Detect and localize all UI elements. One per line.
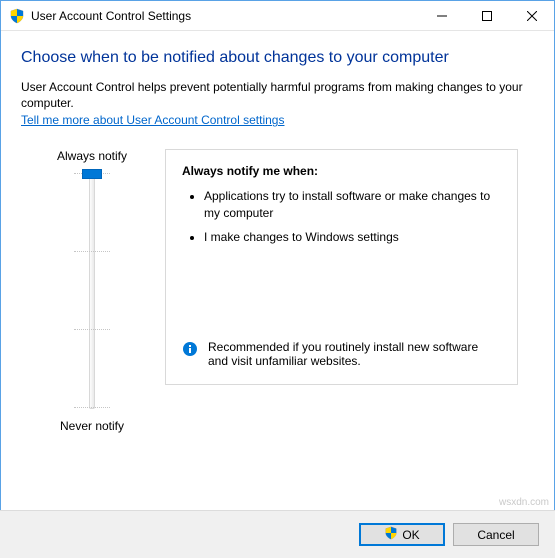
slider-label-top: Always notify (57, 149, 127, 163)
recommendation-row: Recommended if you routinely install new… (182, 340, 501, 368)
ok-button[interactable]: OK (359, 523, 445, 546)
info-list: Applications try to install software or … (182, 188, 501, 253)
uac-shield-icon (384, 526, 398, 543)
cancel-button-label: Cancel (477, 528, 514, 542)
slider-rail (89, 173, 95, 409)
page-description: User Account Control helps prevent poten… (21, 79, 534, 111)
recommendation-text: Recommended if you routinely install new… (208, 340, 501, 368)
footer: OK Cancel (0, 510, 555, 558)
cancel-button[interactable]: Cancel (453, 523, 539, 546)
watermark: wsxdn.com (499, 497, 549, 508)
window-controls (419, 1, 554, 30)
minimize-button[interactable] (419, 1, 464, 30)
info-bullet: I make changes to Windows settings (204, 229, 501, 245)
info-title: Always notify me when: (182, 164, 501, 178)
uac-shield-icon (9, 8, 25, 24)
maximize-button[interactable] (464, 1, 509, 30)
info-bullet: Applications try to install software or … (204, 188, 501, 220)
slider-label-bottom: Never notify (60, 419, 124, 433)
info-column: Always notify me when: Applications try … (165, 149, 518, 433)
help-link[interactable]: Tell me more about User Account Control … (21, 113, 284, 127)
ok-button-label: OK (402, 528, 419, 542)
body-area: Always notify Never notify Always notify… (21, 149, 534, 433)
slider-tick (74, 251, 110, 252)
slider-tick (74, 407, 110, 408)
slider-tick (74, 329, 110, 330)
close-button[interactable] (509, 1, 554, 30)
slider-thumb[interactable] (82, 169, 102, 179)
slider-column: Always notify Never notify (37, 149, 147, 433)
title-bar: User Account Control Settings (1, 1, 554, 31)
window-title: User Account Control Settings (31, 9, 419, 23)
content-area: Choose when to be notified about changes… (1, 31, 554, 441)
info-icon (182, 341, 198, 357)
info-box: Always notify me when: Applications try … (165, 149, 518, 385)
page-heading: Choose when to be notified about changes… (21, 49, 534, 67)
notification-slider[interactable] (89, 173, 95, 409)
